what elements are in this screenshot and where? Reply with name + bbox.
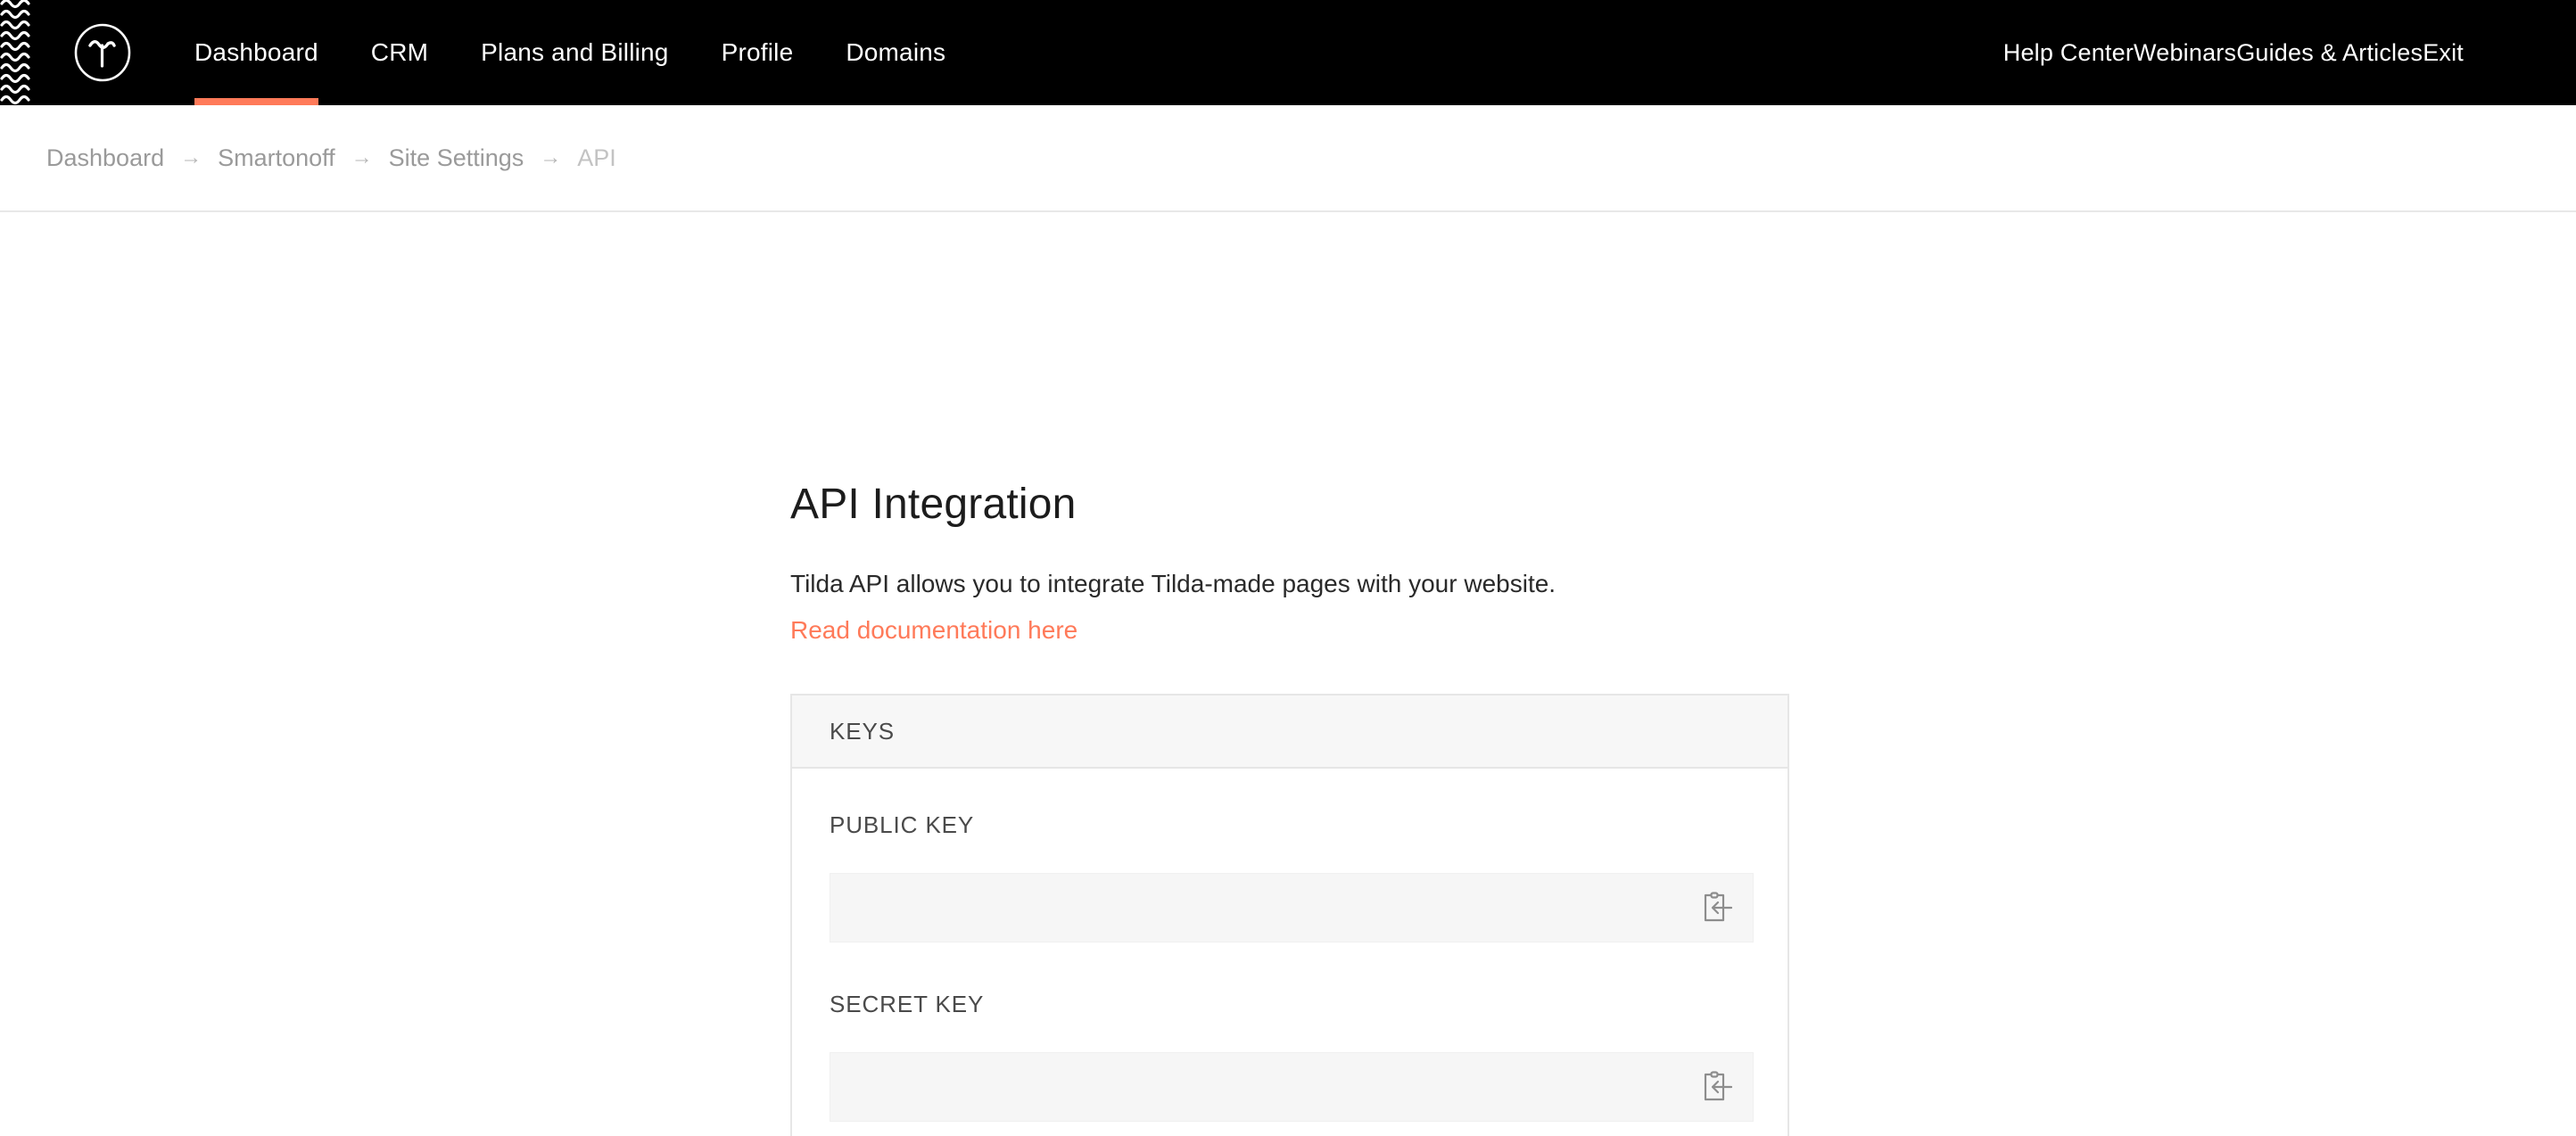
keys-panel-title: KEYS (830, 717, 895, 745)
intro-block: Tilda API allows you to integrate Tilda-… (790, 564, 1556, 650)
public-key-label: PUBLIC KEY (830, 811, 975, 838)
public-key-group: PUBLIC KEY (830, 811, 1754, 943)
zigzag-pattern-icon (0, 0, 36, 105)
secret-key-input-wrapper[interactable] (830, 1052, 1754, 1122)
breadcrumb-separator-icon: → (540, 145, 562, 169)
copy-to-clipboard-icon[interactable] (1681, 1052, 1753, 1122)
nav-item-crm[interactable]: CRM (371, 0, 428, 105)
nav-item-domains-label: Domains (846, 38, 946, 66)
secret-key-label: SECRET KEY (830, 991, 985, 1017)
breadcrumb: Dashboard → Smartonoff → Site Settings →… (46, 144, 616, 172)
breadcrumb-item-smartonoff[interactable]: Smartonoff (218, 144, 335, 172)
nav-item-plans-and-billing-label: Plans and Billing (481, 38, 669, 66)
active-tab-underline (194, 98, 318, 105)
secondary-nav: Help Center Webinars Guides & Articles E… (2003, 0, 2576, 105)
page-title: API Integration (790, 481, 1077, 528)
nav-item-exit[interactable]: Exit (2423, 39, 2464, 67)
secret-key-group: SECRET KEY (830, 991, 1754, 1122)
nav-item-webinars[interactable]: Webinars (2134, 39, 2236, 67)
nav-item-profile[interactable]: Profile (722, 0, 794, 105)
tilda-logo-icon[interactable] (73, 23, 132, 82)
keys-panel-body: PUBLIC KEY SECRET KEY (792, 769, 1788, 1136)
breadcrumb-item-site-settings[interactable]: Site Settings (389, 144, 524, 172)
nav-item-dashboard[interactable]: Dashboard (194, 0, 318, 105)
breadcrumb-bar: Dashboard → Smartonoff → Site Settings →… (0, 105, 2576, 212)
keys-panel: KEYS PUBLIC KEY SECRET KEY (790, 694, 1789, 1136)
nav-item-profile-label: Profile (721, 38, 794, 66)
intro-description: Tilda API allows you to integrate Tilda-… (790, 570, 1556, 597)
breadcrumb-separator-icon: → (180, 145, 202, 169)
nav-item-crm-label: CRM (370, 38, 429, 66)
nav-item-help-center[interactable]: Help Center (2003, 39, 2134, 67)
breadcrumb-item-api: API (577, 144, 616, 171)
read-documentation-link[interactable]: Read documentation here (790, 611, 1556, 649)
breadcrumb-item-dashboard[interactable]: Dashboard (46, 144, 164, 172)
field-spacer (830, 950, 1750, 991)
public-key-input-wrapper[interactable] (830, 873, 1754, 943)
nav-item-domains[interactable]: Domains (846, 0, 945, 105)
breadcrumb-separator-icon: → (351, 145, 373, 169)
nav-item-dashboard-label: Dashboard (194, 38, 318, 66)
nav-item-guides-and-articles[interactable]: Guides & Articles (2236, 39, 2423, 67)
nav-item-plans-and-billing[interactable]: Plans and Billing (481, 0, 668, 105)
top-navigation-bar: Dashboard CRM Plans and Billing Profile … (0, 0, 2576, 105)
keys-panel-header: KEYS (792, 696, 1788, 769)
primary-nav: Dashboard CRM Plans and Billing Profile … (194, 0, 998, 105)
copy-to-clipboard-icon[interactable] (1681, 873, 1753, 943)
